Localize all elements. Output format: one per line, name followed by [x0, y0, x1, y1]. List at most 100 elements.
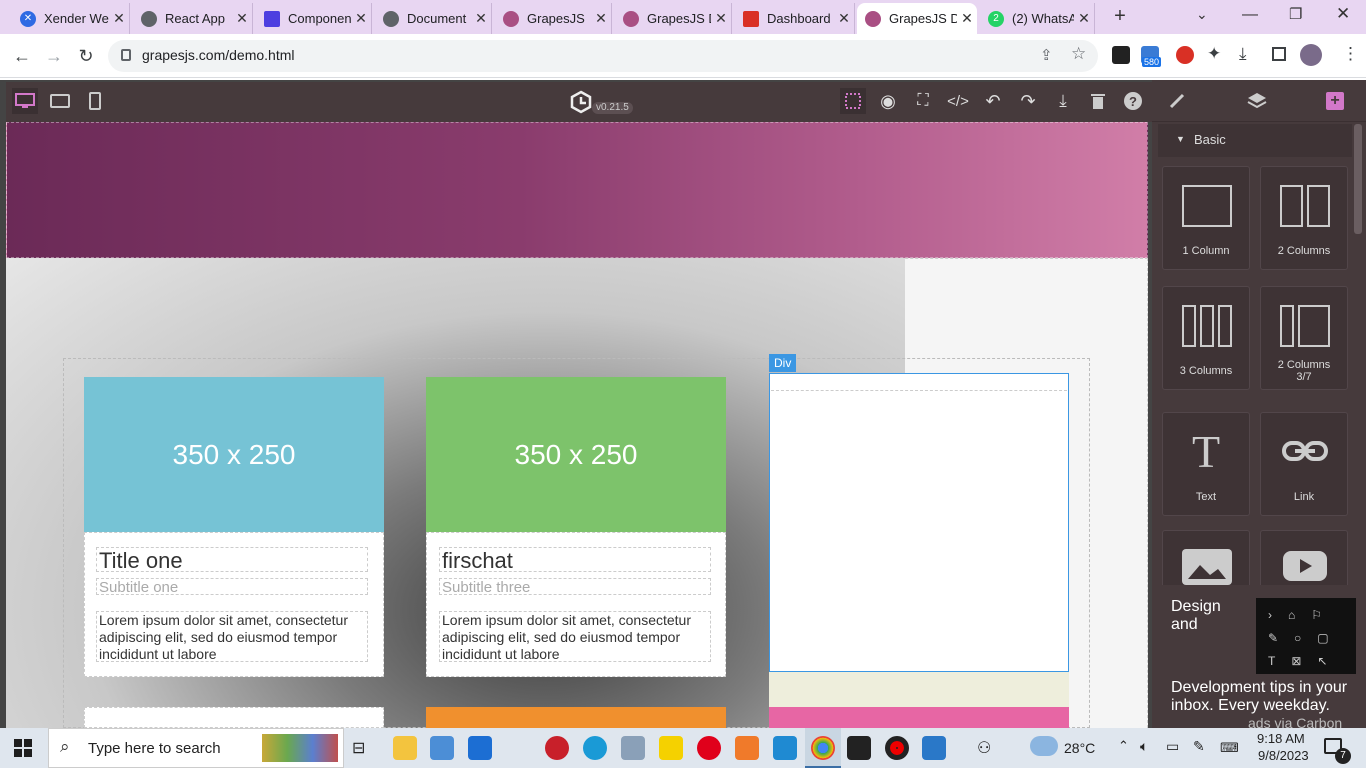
close-icon[interactable]: ✕ [834, 10, 854, 27]
tab-xender[interactable]: ✕ Xender We ✕ [12, 3, 130, 34]
opera-icon[interactable] [697, 736, 721, 760]
battery-icon[interactable]: ▭ [1166, 738, 1179, 755]
block-text[interactable]: T Text [1162, 412, 1250, 516]
keyboard-icon[interactable]: ⌨ [1220, 740, 1239, 756]
temperature[interactable]: 28°C [1064, 740, 1095, 756]
store-icon[interactable] [430, 736, 454, 760]
close-icon[interactable]: ✕ [232, 10, 252, 27]
mobile-device-icon[interactable] [82, 88, 108, 114]
basic-category-header[interactable] [1158, 124, 1352, 157]
chrome-icon[interactable] [811, 736, 835, 760]
recorder-icon[interactable] [885, 736, 909, 760]
card-title[interactable]: firschat [439, 547, 711, 573]
close-window-button[interactable]: ✕ [1336, 4, 1350, 24]
block-2-columns-3-7[interactable]: 2 Columns 3/7 [1260, 286, 1348, 390]
minimize-button[interactable]: — [1242, 6, 1258, 24]
tab-components[interactable]: Componen ✕ [256, 3, 372, 34]
card-image[interactable] [769, 707, 1069, 728]
layers-icon[interactable] [1247, 92, 1267, 115]
vscode-icon[interactable] [773, 736, 797, 760]
sw-visibility-icon[interactable] [840, 88, 866, 114]
close-icon[interactable]: ✕ [471, 10, 491, 27]
scrollbar-thumb[interactable] [1354, 124, 1362, 234]
mail-icon[interactable] [468, 736, 492, 760]
new-tab-button[interactable]: + [1108, 5, 1132, 29]
speaker-icon[interactable]: 🔈︎ [1140, 738, 1148, 755]
selected-div[interactable] [769, 373, 1069, 672]
photos-icon[interactable] [922, 736, 946, 760]
task-view-icon[interactable]: ⊟ [352, 738, 365, 758]
extension-icon[interactable] [1176, 46, 1194, 64]
windows-start-icon[interactable] [14, 739, 32, 762]
puzzle-icon[interactable]: ✦ [1207, 44, 1221, 64]
tab-react-app[interactable]: React App ✕ [133, 3, 253, 34]
xampp-icon[interactable] [735, 736, 759, 760]
search-placeholder[interactable]: Type here to search [88, 740, 221, 757]
block-link[interactable]: Link [1260, 412, 1348, 516]
clock-date[interactable]: 9/8/2023 [1258, 748, 1309, 763]
app-icon[interactable] [621, 736, 645, 760]
url-text[interactable]: grapesjs.com/demo.html [142, 47, 295, 63]
card-subtitle[interactable]: Subtitle one [96, 578, 368, 596]
download-icon[interactable]: ⤓ [1239, 44, 1247, 64]
tab-grapesjs-active[interactable]: GrapesJS D ✕ [857, 3, 977, 34]
tab-whatsapp[interactable]: 2 (2) WhatsA ✕ [980, 3, 1095, 34]
block-1-column[interactable]: 1 Column [1162, 166, 1250, 270]
weather-cloud-icon[interactable] [1030, 736, 1058, 756]
ad-title[interactable]: Design and [1171, 598, 1251, 634]
style-manager-brush-icon[interactable] [1168, 92, 1186, 115]
tab-grapesjs-1[interactable]: GrapesJS ✕ [495, 3, 612, 34]
extension-icon[interactable] [1112, 46, 1130, 64]
block-image[interactable] [1162, 530, 1250, 585]
undo-icon[interactable]: ↶ [980, 88, 1006, 114]
tab-grapesjs-2[interactable]: GrapesJS D ✕ [615, 3, 732, 34]
card-title[interactable]: Title one [96, 547, 368, 573]
close-icon[interactable]: ✕ [109, 10, 129, 27]
ad-image[interactable]: ›⌂⚐ ✎○▢ T⊠↖ [1256, 598, 1356, 674]
people-icon[interactable]: ⚇ [977, 738, 991, 758]
card-image[interactable]: 350 x 250 [84, 377, 384, 532]
close-icon[interactable]: ✕ [1074, 10, 1094, 27]
hero-section[interactable] [6, 122, 1148, 258]
edge-icon[interactable] [583, 736, 607, 760]
card-subtitle[interactable]: Subtitle three [439, 578, 711, 596]
side-panel-icon[interactable] [1272, 47, 1286, 61]
help-icon[interactable]: ? [1120, 88, 1146, 114]
tablet-device-icon[interactable] [47, 88, 73, 114]
tab-dashboard[interactable]: Dashboard ✕ [735, 3, 855, 34]
forward-icon[interactable]: → [40, 42, 68, 70]
redo-icon[interactable]: ↷ [1015, 88, 1041, 114]
bookmark-star-icon[interactable]: ☆ [1071, 44, 1086, 64]
block-2-columns[interactable]: 2 Columns [1260, 166, 1348, 270]
terminal-icon[interactable] [847, 736, 871, 760]
preview-eye-icon[interactable]: ◉ [875, 88, 901, 114]
menu-icon[interactable]: ⋮ [1342, 44, 1359, 64]
share-icon[interactable]: ⇪ [1040, 46, 1053, 64]
block-3-columns[interactable]: 3 Columns [1162, 286, 1250, 390]
code-icon[interactable]: </> [945, 88, 971, 114]
card-image[interactable]: 350 x 250 [426, 377, 726, 532]
selected-badge[interactable]: Div [769, 354, 797, 372]
tab-search-icon[interactable]: ⌄ [1196, 6, 1208, 23]
file-explorer-icon[interactable] [393, 736, 417, 760]
chevron-up-icon[interactable]: ⌃ [1118, 738, 1129, 754]
block-video[interactable] [1260, 530, 1348, 585]
sticky-notes-icon[interactable] [659, 736, 683, 760]
fullscreen-icon[interactable]: ⛶ [910, 88, 936, 114]
card-image[interactable] [426, 707, 726, 728]
trash-icon[interactable] [1085, 88, 1111, 114]
close-icon[interactable]: ✕ [591, 10, 611, 27]
card-text[interactable]: Lorem ipsum dolor sit amet, consectetur … [439, 611, 711, 662]
import-icon[interactable]: ⤓ [1050, 88, 1076, 114]
avatar[interactable] [1300, 44, 1322, 66]
card-text[interactable]: Lorem ipsum dolor sit amet, consectetur … [96, 611, 368, 662]
tab-document[interactable]: Document ✕ [375, 3, 492, 34]
clock-time[interactable]: 9:18 AM [1257, 731, 1305, 746]
reload-icon[interactable]: ↻ [72, 42, 100, 70]
close-icon[interactable]: ✕ [957, 10, 977, 27]
back-icon[interactable]: ← [8, 42, 36, 70]
app-icon[interactable] [545, 736, 569, 760]
blocks-plus-icon[interactable]: + [1326, 92, 1344, 110]
pen-icon[interactable]: ✎ [1193, 738, 1205, 755]
maximize-button[interactable]: ❐ [1289, 5, 1302, 23]
